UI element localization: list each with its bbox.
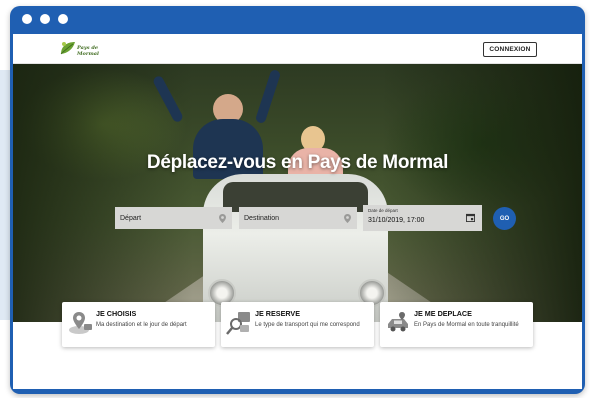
go-button[interactable]: GO — [493, 207, 516, 230]
departure-field[interactable]: Départ — [115, 207, 232, 229]
forest-right — [382, 64, 582, 322]
step-text: En Pays de Mormal en toute tranquillité — [414, 322, 519, 328]
step-card-reserve: JE RESERVE Le type de transport qui me c… — [221, 302, 374, 347]
hero-title: Déplacez-vous en Pays de Mormal — [146, 152, 449, 173]
step-title: JE RESERVE — [255, 309, 301, 318]
window-dot-1 — [22, 14, 32, 24]
window-dot-3 — [58, 14, 68, 24]
logo-text: Pays de Mormal — [77, 45, 99, 57]
browser-window: Pays de Mormal CONNEXION Déplacez-vous e… — [10, 6, 585, 394]
site-header: Pays de Mormal CONNEXION — [13, 34, 582, 64]
date-value: 31/10/2019, 17:00 — [368, 217, 425, 224]
car-icon — [388, 312, 408, 332]
map-pin-icon — [344, 213, 351, 223]
site-logo[interactable]: Pays de Mormal — [59, 40, 101, 58]
step-title: JE CHOISIS — [96, 309, 137, 318]
map-pin-icon — [219, 213, 226, 223]
destination-placeholder: Destination — [244, 214, 280, 222]
window-titlebar — [10, 6, 585, 34]
leaf-logo-icon — [60, 42, 75, 55]
login-button[interactable]: CONNEXION — [483, 42, 537, 57]
date-caption: Date de départ — [368, 208, 398, 213]
calendar-icon[interactable] — [466, 213, 475, 222]
map-pin-icon — [69, 312, 92, 334]
window-dot-2 — [40, 14, 50, 24]
site-viewport: Pays de Mormal CONNEXION Déplacez-vous e… — [13, 34, 582, 389]
person-arm-right — [254, 68, 282, 125]
search-transport-icon — [226, 312, 250, 335]
step-text: Ma destination et le jour de départ — [96, 322, 187, 328]
departure-date-field[interactable]: Date de départ 31/10/2019, 17:00 — [363, 205, 482, 231]
step-card-travel: JE ME DEPLACE En Pays de Mormal en toute… — [380, 302, 533, 347]
hero-banner: Déplacez-vous en Pays de Mormal Départ D… — [13, 64, 582, 322]
step-text: Le type de transport qui me correspond — [255, 322, 360, 328]
step-title: JE ME DEPLACE — [414, 309, 472, 318]
step-card-choose: JE CHOISIS Ma destination et le jour de … — [62, 302, 215, 347]
destination-field[interactable]: Destination — [239, 207, 357, 229]
departure-placeholder: Départ — [120, 214, 142, 222]
